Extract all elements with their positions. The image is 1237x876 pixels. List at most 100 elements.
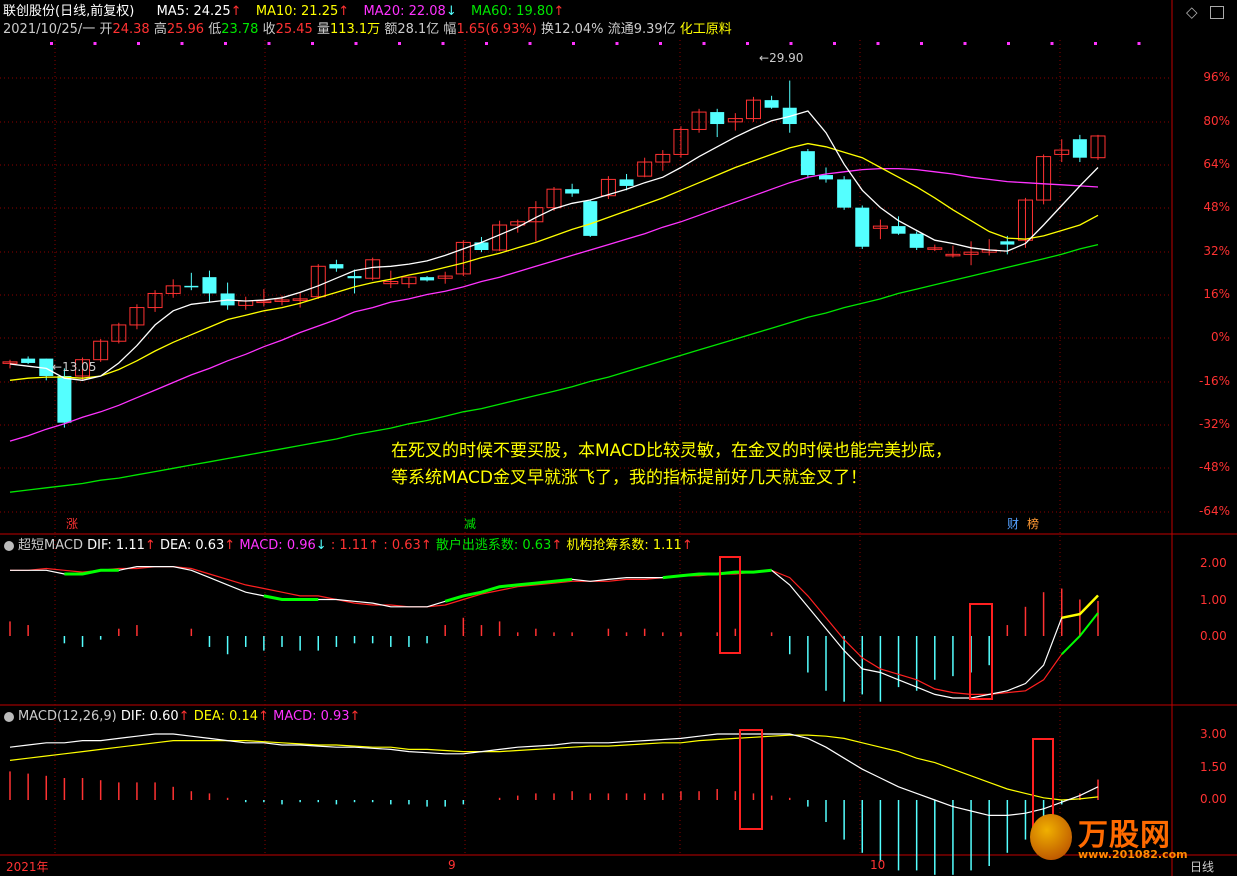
candle-body-down [583, 201, 598, 236]
price-axis-label: 32% [1203, 244, 1230, 258]
badge-bang[interactable]: 榜 [1025, 517, 1041, 531]
amount-value: 额28.1亿 [384, 22, 440, 37]
macd-dif-up-icon: ↑ [178, 709, 190, 724]
candle-body-down [329, 264, 344, 269]
macd-axis-15: 1.50 [1200, 760, 1227, 774]
ma10-up-icon: ↑ [338, 4, 350, 19]
candle-body-down [837, 179, 852, 208]
price-axis-label: -32% [1198, 417, 1230, 431]
low-price-mark: ←13.05 [52, 360, 96, 374]
period-label[interactable]: 日线 [1190, 858, 1214, 875]
event-dot [485, 42, 488, 45]
highlight-box [739, 729, 763, 830]
event-dot [920, 42, 923, 45]
short-macd-panel[interactable] [9, 565, 1099, 702]
candle-body-down [800, 151, 815, 176]
candle-body-down [565, 189, 580, 194]
short-dea-up-icon: ↑ [224, 538, 236, 553]
short-macd-name[interactable]: 超短MACD [18, 538, 83, 553]
event-dot [1050, 42, 1054, 45]
macd-value-up-icon: ↑ [349, 709, 361, 724]
macd-axis-3: 3.00 [1200, 727, 1227, 741]
circle-icon[interactable] [4, 540, 14, 551]
candle-body-down [909, 233, 924, 248]
retail-coef: 散户出逃系数: 0.63 [435, 538, 552, 553]
event-dot [702, 42, 706, 45]
ma20-down-icon: ↓ [445, 4, 457, 19]
price-axis-label: -64% [1198, 504, 1230, 518]
badge-zhang[interactable]: 涨 [64, 517, 80, 531]
diamond-icon[interactable]: ◇ [1186, 3, 1198, 21]
volume-value: 113.1万 [329, 22, 381, 37]
inst-up-icon: ↑ [681, 538, 693, 553]
short-v1: : 1.11 [330, 538, 369, 553]
candle-body-down [57, 375, 72, 423]
event-dot [963, 42, 967, 45]
short-dif-highlight [662, 568, 772, 580]
macd-axis-0: 0.00 [1200, 792, 1227, 806]
short-v2-up-icon: ↑ [420, 538, 432, 553]
candle-body-down [347, 276, 362, 279]
ma60-legend: MA60: 19.80 [471, 4, 554, 19]
macd-dea-up-icon: ↑ [258, 709, 269, 724]
inst-coef: 机构抢筹系数: 1.11 [566, 538, 682, 553]
price-axis-label: 96% [1203, 70, 1230, 84]
event-dot [267, 42, 271, 45]
candle-body-down [1000, 241, 1015, 245]
macd-header: MACD(12,26,9) DIF: 0.60↑ DEA: 0.14↑ MACD… [4, 709, 360, 725]
open-value: 24.38 [112, 22, 150, 37]
macd-name[interactable]: MACD(12,26,9) [18, 709, 117, 724]
time-month-9: 9 [448, 858, 456, 872]
price-panel[interactable] [2, 80, 1106, 493]
event-dot [180, 42, 184, 45]
event-dot [311, 42, 314, 45]
macd-value: MACD: 0.93 [273, 709, 350, 724]
event-dot [1007, 42, 1010, 45]
price-axis-label: 16% [1203, 287, 1230, 301]
low-value: 23.78 [221, 22, 259, 37]
candle-body-down [619, 179, 634, 186]
short-macd-value: MACD: 0.96 [239, 538, 316, 553]
change-value: 1.65(6.93%) [456, 22, 537, 37]
window-icon[interactable] [1210, 6, 1224, 19]
macd-panel[interactable] [9, 733, 1099, 875]
high-arrow-icon: ← [759, 51, 770, 65]
retail-up-icon: ↑ [551, 538, 563, 553]
candle-body-down [1072, 139, 1087, 158]
logo-icon [1030, 814, 1072, 860]
event-dot [354, 42, 358, 45]
short-v1-up-icon: ↑ [368, 538, 380, 553]
candle-body-down [21, 358, 36, 363]
candle-body-down [710, 112, 725, 125]
short-macd-header: 超短MACD DIF: 1.11↑ DEA: 0.63↑ MACD: 0.96↓… [4, 538, 693, 554]
sector-link[interactable]: 化工原料 [680, 22, 732, 37]
annotation-line-2: 等系统MACD金叉早就涨飞了，我的指标提前好几天就金叉了！ [391, 468, 867, 488]
short-dif-highlight [444, 577, 573, 603]
circle-icon[interactable] [4, 711, 14, 722]
badge-jian[interactable]: 减 [462, 517, 478, 531]
short-dif: DIF: 1.11 [87, 538, 145, 553]
high-value: 25.96 [166, 22, 205, 37]
low-price-value: 13.05 [62, 360, 97, 374]
stock-title[interactable]: 联创股份(日线,前复权) [3, 4, 134, 19]
annotation-line-1: 在死叉的时候不要买股，本MACD比较灵敏，在金叉的时候也能完美抄底， [391, 441, 952, 461]
short-axis-2: 2.00 [1200, 556, 1227, 570]
time-year: 2021年 [6, 860, 49, 874]
event-dot [441, 42, 445, 45]
candle-body-down [855, 207, 870, 247]
event-dot [224, 42, 227, 45]
open-label: 开 [99, 22, 113, 37]
event-dot [659, 42, 662, 45]
event-dot [528, 42, 532, 45]
price-axis-label: 0% [1210, 330, 1230, 344]
event-dot [137, 42, 140, 45]
ma60-up-icon: ↑ [553, 4, 565, 19]
candle-body-down [819, 175, 833, 180]
event-dot [1137, 42, 1141, 45]
macd-dea: DEA: 0.14 [193, 709, 259, 724]
volume-label: 量 [316, 22, 330, 37]
badge-cai[interactable]: 财 [1005, 517, 1021, 531]
short-dea: DEA: 0.63 [159, 538, 225, 553]
candle-body-down [202, 277, 217, 294]
ma5-up-icon: ↑ [230, 4, 242, 19]
